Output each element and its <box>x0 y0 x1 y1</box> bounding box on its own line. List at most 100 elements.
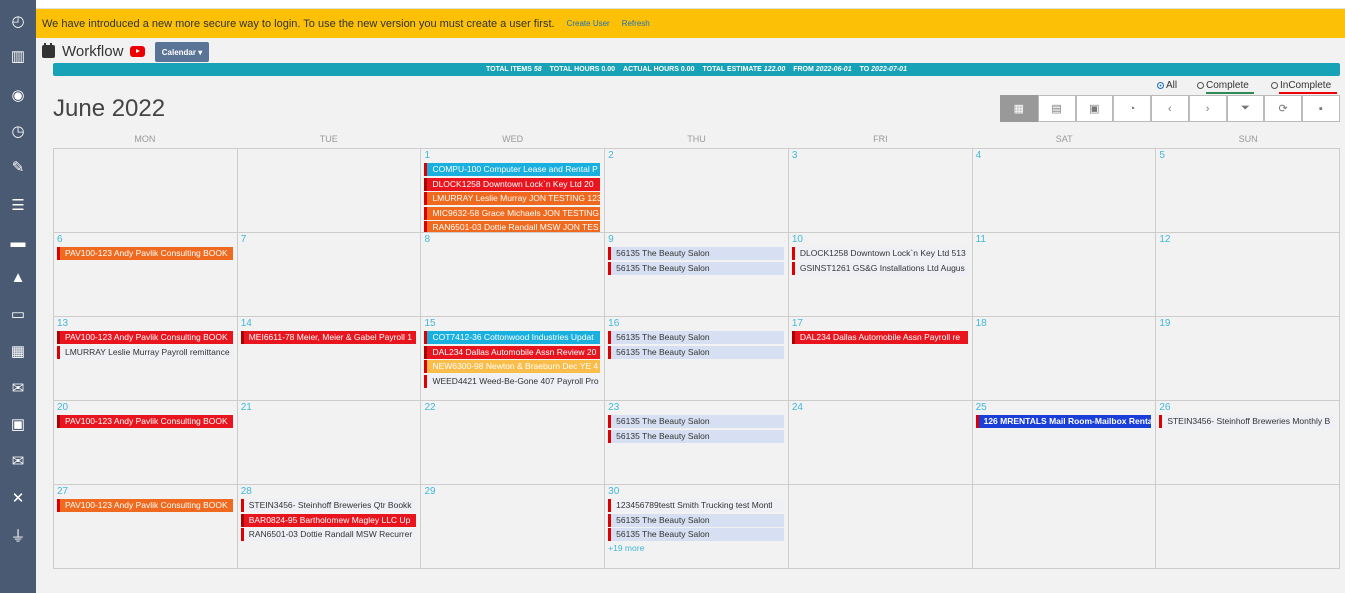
day-cell[interactable]: 21 <box>237 401 422 485</box>
day-cell[interactable]: 29 <box>421 485 606 569</box>
calendar-event[interactable]: 56135 The Beauty Salon <box>608 331 784 344</box>
day-cell[interactable] <box>788 485 973 569</box>
calendar-event[interactable]: STEIN3456- Steinhoff Breweries Monthly B <box>1159 415 1336 428</box>
clock-button[interactable]: ◔ <box>1113 95 1151 122</box>
calendar-event[interactable]: MIC9632-58 Grace Michaels JON TESTING <box>424 206 601 220</box>
day-cell[interactable]: 18 <box>972 317 1157 401</box>
day-number[interactable]: 30 <box>608 486 619 497</box>
calendar-dropdown-button[interactable]: Calendar ▾ <box>155 42 209 62</box>
filter-incomplete[interactable]: InComplete <box>1271 80 1331 91</box>
briefcase-icon[interactable]: ▬ <box>0 229 36 255</box>
day-number[interactable]: 13 <box>57 318 68 329</box>
day-cell[interactable]: 26 STEIN3456- Steinhoff Breweries Monthly… <box>1156 401 1341 485</box>
tools-icon[interactable]: ✕ <box>0 485 36 511</box>
envelope-icon[interactable]: ✉ <box>0 375 36 401</box>
day-cell[interactable]: 30 123456789testt Smith Trucking test Mon… <box>605 485 789 569</box>
calendar-event[interactable]: PAV100-123 Andy Pavlik Consulting BOOK <box>57 499 233 512</box>
day-cell[interactable]: 15 COT7412-36 Cottonwood Industries Updat… <box>421 317 606 401</box>
day-cell[interactable]: 13 PAV100-123 Andy Pavlik Consulting BOOK… <box>54 317 238 401</box>
calendar-event[interactable]: PAV100-123 Andy Pavlik Consulting BOOK <box>57 331 233 344</box>
calendar-event[interactable]: DAL234 Dallas Automobile Assn Review 20 <box>424 345 601 359</box>
calendar-event[interactable]: LMURRAY Leslie Murray Payroll remittance <box>57 345 233 359</box>
day-number[interactable]: 20 <box>57 402 68 413</box>
calendar-event[interactable]: MEI6611-78 Meier, Meier & Gabel Payroll … <box>240 331 417 344</box>
calendar-icon[interactable]: ▦ <box>0 338 36 364</box>
filter-complete[interactable]: Complete <box>1197 80 1249 91</box>
calendar-event[interactable]: 56135 The Beauty Salon <box>608 513 784 527</box>
calendar-event[interactable]: RAN6501-03 Dottie Randall MSW JON TES <box>424 221 601 232</box>
calendar-event[interactable]: LMURRAY Leslie Murray JON TESTING 123 <box>424 192 601 205</box>
calendar-event[interactable]: 56135 The Beauty Salon <box>608 528 784 541</box>
day-cell[interactable]: 1 COMPU-100 Computer Lease and Rental P DL… <box>421 149 606 233</box>
calendar-event[interactable]: NEW6300-98 Newton & Braeburn Dec YE 4 <box>424 360 601 373</box>
day-cell[interactable]: 12 <box>1156 233 1341 317</box>
day-number[interactable]: 29 <box>424 486 435 497</box>
calendar-event[interactable]: GSINST1261 GS&G Installations Ltd Augus <box>791 261 968 275</box>
refresh-link[interactable]: Refresh <box>622 19 650 28</box>
day-number[interactable]: 9 <box>608 234 614 245</box>
mountain-icon[interactable]: ▲ <box>0 264 36 290</box>
day-cell[interactable]: 9 56135 The Beauty Salon 56135 The Beauty … <box>605 233 789 317</box>
chevron-left-button[interactable]: ‹ <box>1151 95 1189 122</box>
day-number[interactable]: 23 <box>608 402 619 413</box>
calendar-event[interactable]: 126 MRENTALS Mail Room-Mailbox Renta <box>975 415 1152 428</box>
calendar-event[interactable]: 56135 The Beauty Salon <box>608 429 784 443</box>
day-cell[interactable] <box>237 149 422 233</box>
day-number[interactable]: 6 <box>57 234 63 245</box>
chevron-right-button[interactable]: › <box>1188 95 1227 122</box>
calendar-event[interactable]: STEIN3456- Steinhoff Breweries Qtr Bookk <box>240 499 417 512</box>
day-number[interactable]: 5 <box>1159 150 1165 161</box>
contact-icon[interactable]: ▣ <box>0 411 36 437</box>
day-number[interactable]: 4 <box>976 150 982 161</box>
wrench-icon[interactable]: ✎ <box>0 154 36 180</box>
day-cell[interactable]: 8 <box>421 233 606 317</box>
money-icon[interactable]: ▭ <box>0 301 36 327</box>
day-cell[interactable]: 27 PAV100-123 Andy Pavlik Consulting BOOK <box>54 485 238 569</box>
calendar-day-button[interactable]: ▣ <box>1075 95 1114 122</box>
day-number[interactable]: 27 <box>57 486 68 497</box>
create-user-link[interactable]: Create User <box>567 19 610 28</box>
calendar-event[interactable]: 56135 The Beauty Salon <box>608 415 784 428</box>
day-cell[interactable]: 28 STEIN3456- Steinhoff Breweries Qtr Boo… <box>237 485 422 569</box>
day-number[interactable]: 3 <box>792 150 798 161</box>
day-cell[interactable]: 10 DLOCK1258 Downtown Lock`n Key Ltd 513 G… <box>788 233 973 317</box>
day-number[interactable]: 14 <box>241 318 252 329</box>
day-cell[interactable] <box>54 149 238 233</box>
calendar-event[interactable]: PAV100-123 Andy Pavlik Consulting BOOK <box>57 415 233 428</box>
youtube-icon[interactable] <box>130 45 146 57</box>
filter-all[interactable]: All <box>1157 80 1177 91</box>
day-number[interactable]: 7 <box>241 234 247 245</box>
filter-button[interactable]: ⏷ <box>1226 95 1265 122</box>
day-number[interactable]: 1 <box>424 150 430 161</box>
day-cell[interactable]: 4 <box>972 149 1157 233</box>
calendar-event[interactable]: 56135 The Beauty Salon <box>608 247 784 260</box>
calendar-event[interactable]: DAL234 Dallas Automobile Assn Payroll re <box>791 331 968 344</box>
calendar-month-button[interactable]: ▦ <box>1000 95 1038 122</box>
day-cell[interactable]: 14 MEI6611-78 Meier, Meier & Gabel Payrol… <box>237 317 422 401</box>
day-number[interactable]: 18 <box>976 318 987 329</box>
day-number[interactable]: 15 <box>424 318 435 329</box>
day-cell[interactable]: 2 <box>605 149 789 233</box>
radio-incomplete[interactable] <box>1271 82 1278 89</box>
day-number[interactable]: 24 <box>792 402 803 413</box>
calendar-event[interactable]: DLOCK1258 Downtown Lock`n Key Ltd 20 <box>424 177 601 191</box>
calendar-event[interactable]: 123456789testt Smith Trucking test Montl <box>608 499 784 512</box>
calendar-event[interactable]: COT7412-36 Cottonwood Industries Updat <box>424 331 601 344</box>
calendar-event[interactable]: BAR0824-95 Bartholomew Magley LLC Up <box>240 513 417 527</box>
day-cell[interactable]: 11 <box>972 233 1157 317</box>
day-cell[interactable]: 24 <box>788 401 973 485</box>
day-number[interactable]: 2 <box>608 150 614 161</box>
day-cell[interactable]: 20 PAV100-123 Andy Pavlik Consulting BOOK <box>54 401 238 485</box>
day-number[interactable]: 22 <box>424 402 435 413</box>
day-cell[interactable]: 5 <box>1156 149 1341 233</box>
calendar-event[interactable]: PAV100-123 Andy Pavlik Consulting BOOK <box>57 247 233 260</box>
plug-icon[interactable]: ⏚ <box>0 522 36 548</box>
dashboard-icon[interactable]: ◴ <box>0 8 36 34</box>
calendar-event[interactable]: COMPU-100 Computer Lease and Rental P <box>424 163 601 176</box>
day-number[interactable]: 26 <box>1159 402 1170 413</box>
day-number[interactable]: 11 <box>976 234 986 245</box>
day-cell[interactable]: 17 DAL234 Dallas Automobile Assn Payroll … <box>788 317 973 401</box>
day-number[interactable]: 19 <box>1159 318 1170 329</box>
calendar-event[interactable]: 56135 The Beauty Salon <box>608 261 784 275</box>
save-button[interactable]: ▪ <box>1302 95 1340 122</box>
